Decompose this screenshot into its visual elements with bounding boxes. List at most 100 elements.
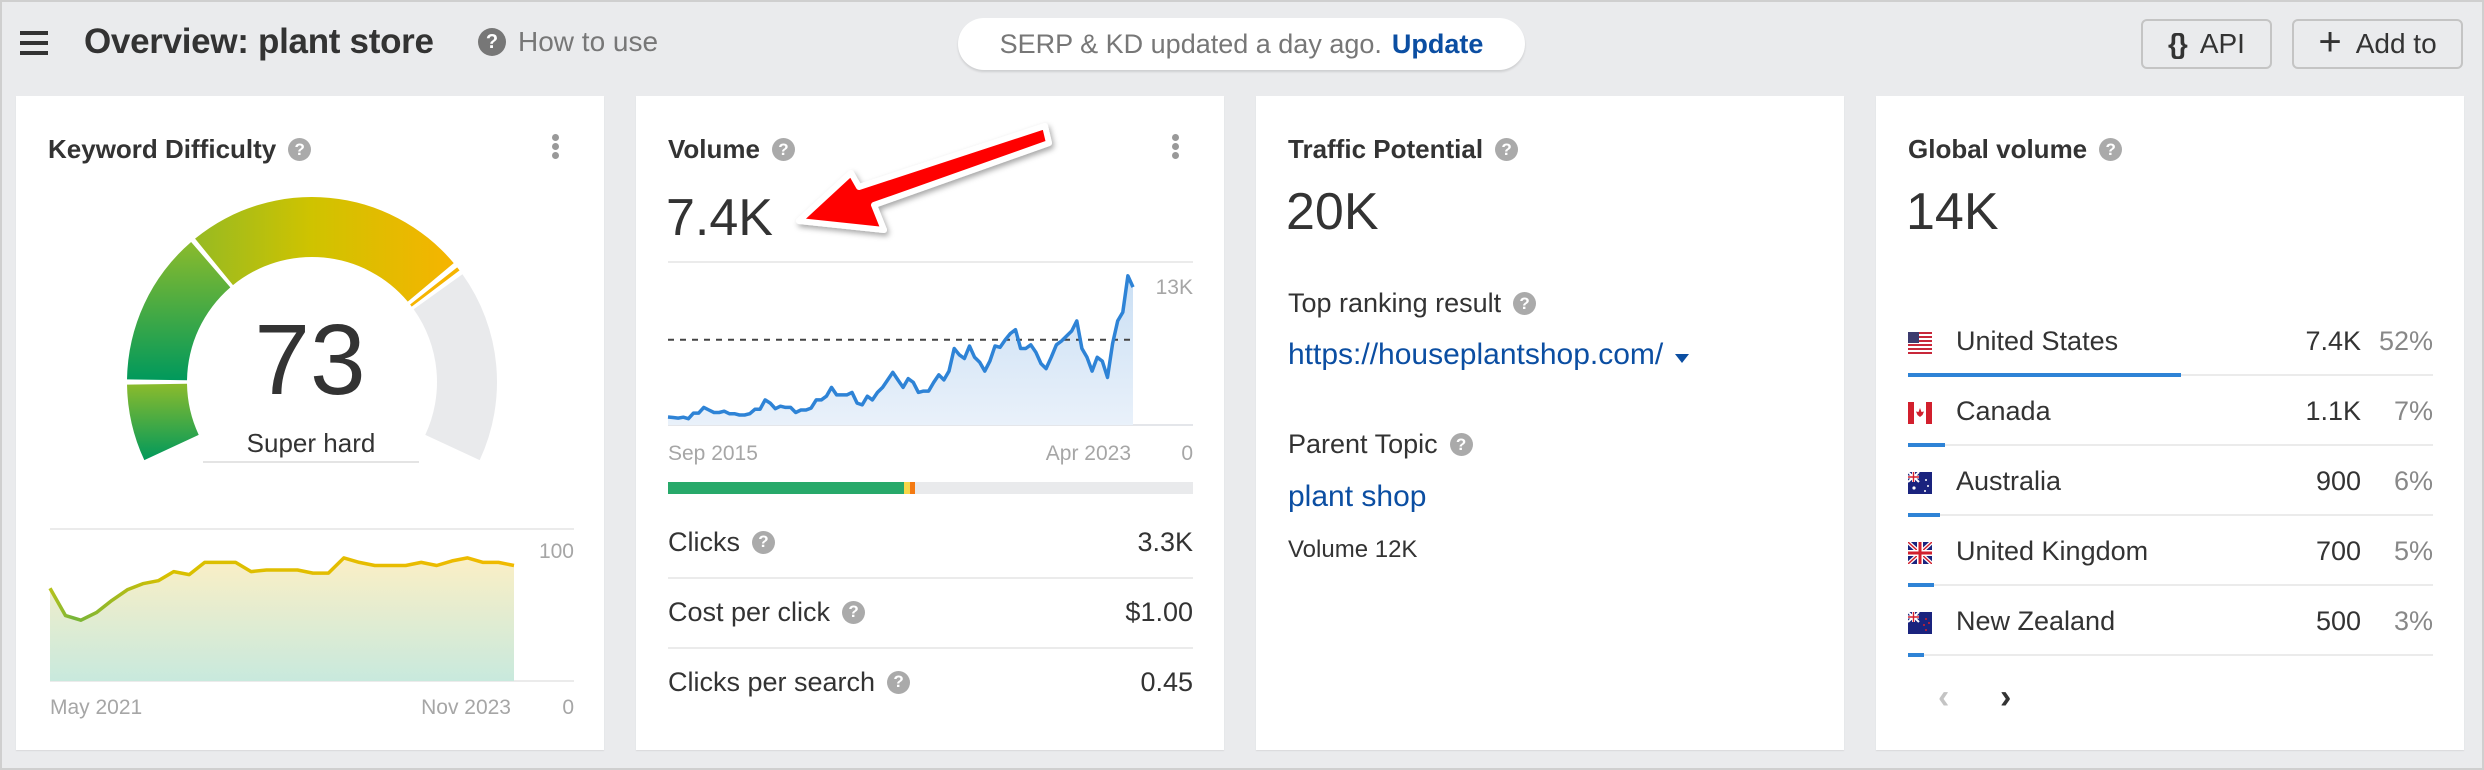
traffic-potential-title: Traffic Potential: [1288, 134, 1484, 164]
share-fill: [1908, 443, 1945, 447]
volume-x-end-label: Apr 2023: [1046, 442, 1131, 465]
volume-chart-area: [668, 275, 1133, 425]
metric-value: 3.3K: [1137, 526, 1193, 557]
us-flag-icon: [1908, 332, 1932, 354]
share-track: [1908, 514, 2433, 516]
volume-card: Volume ? 7.4K 13K Sep 2015 Apr 2023 0 Cl…: [636, 96, 1224, 750]
organic-clicks-segment: [668, 482, 905, 494]
update-link[interactable]: Update: [1392, 29, 1484, 60]
plus-icon: +: [2318, 20, 2342, 64]
how-to-use-label: How to use: [518, 26, 659, 57]
volume-x-start-label: Sep 2015: [668, 442, 758, 465]
parent-topic-label: Parent Topic ?: [1288, 429, 1473, 460]
share-track: [1908, 444, 2433, 446]
other-clicks-segment: [909, 482, 915, 494]
help-icon[interactable]: ?: [887, 670, 911, 694]
country-name: Australia: [1956, 466, 2062, 496]
update-notice: SERP & KD updated a day ago. Update: [958, 18, 1525, 70]
share-fill: [1908, 513, 1940, 517]
metric-label: Clicks per search: [668, 666, 876, 697]
kd-history-chart: 100 May 2021 Nov 2023 0: [48, 528, 574, 719]
country-percent: 52%: [2378, 326, 2433, 356]
global-volume-value: 14K: [1906, 183, 1999, 241]
page-title: Overview: plant store: [84, 22, 434, 61]
update-notice-text: SERP & KD updated a day ago.: [999, 28, 1382, 59]
parent-topic-label-text: Parent Topic: [1288, 429, 1438, 459]
top-ranking-label: Top ranking result ?: [1288, 288, 1537, 319]
metric-row-cpc: Cost per click? $1.00: [668, 577, 1193, 647]
parent-topic-link[interactable]: plant shop: [1288, 480, 1426, 514]
kd-chart-area: [50, 557, 514, 681]
help-icon[interactable]: ?: [1513, 292, 1537, 315]
country-volume: 500: [2315, 606, 2361, 636]
ca-flag-icon: [1908, 402, 1932, 424]
country-percent: 3%: [2393, 606, 2433, 636]
country-row[interactable]: United Kingdom 700 5%: [1908, 518, 2433, 588]
volume-y-min-label: 0: [1181, 442, 1193, 465]
kd-x-start-label: May 2021: [50, 696, 142, 719]
clicks-distribution-bar: [668, 482, 1193, 494]
top-ranking-label-text: Top ranking result: [1288, 288, 1502, 318]
kd-y-max-label: 100: [539, 540, 574, 563]
share-fill: [1908, 653, 1924, 657]
country-row[interactable]: Canada 1.1K 7%: [1908, 378, 2433, 448]
parent-topic-volume: Volume 12K: [1288, 536, 1418, 563]
metric-label: Clicks: [668, 526, 740, 557]
country-name: Canada: [1956, 396, 2051, 426]
country-row[interactable]: New Zealand 500 3%: [1908, 588, 2433, 658]
help-icon[interactable]: ?: [752, 530, 775, 554]
country-name: United States: [1956, 326, 2119, 356]
traffic-potential-card: Traffic Potential ? 20K Top ranking resu…: [1256, 96, 1844, 750]
nz-flag-icon: [1908, 612, 1932, 634]
kd-x-end-label: Nov 2023: [421, 696, 511, 719]
card-title: Traffic Potential ?: [1288, 134, 1519, 165]
api-button-label: API: [2199, 28, 2245, 59]
global-volume-title: Global volume: [1908, 134, 2088, 164]
help-icon[interactable]: ?: [842, 600, 866, 624]
country-volume: 900: [2315, 466, 2361, 496]
share-fill: [1908, 373, 2181, 377]
gb-flag-icon: [1908, 542, 1932, 564]
help-icon: ?: [478, 28, 506, 56]
top-ranking-url-text: https://houseplantshop.com/: [1288, 338, 1664, 371]
keyword-difficulty-card: Keyword Difficulty ? 73 Super hard 100 M…: [16, 96, 604, 750]
add-to-button-label: Add to: [2355, 28, 2437, 59]
country-row[interactable]: United States 7.4K 52%: [1908, 308, 2433, 378]
country-percent: 7%: [2393, 396, 2433, 426]
how-to-use-link[interactable]: ? How to use: [478, 26, 658, 58]
global-volume-card: Global volume ? 14K United States 7.4K 5…: [1876, 96, 2464, 750]
share-track: [1908, 654, 2433, 656]
share-track: [1908, 584, 2433, 586]
kd-y-min-label: 0: [562, 696, 574, 719]
caret-down-icon[interactable]: [1675, 353, 1690, 363]
metric-value: 0.45: [1140, 666, 1193, 697]
country-volume: 700: [2315, 536, 2361, 566]
metric-row-clicks: Clicks? 3.3K: [668, 507, 1193, 577]
country-name: United Kingdom: [1956, 536, 2149, 566]
chevron-right-icon[interactable]: ›: [2000, 678, 2011, 717]
traffic-potential-value: 20K: [1286, 183, 1379, 241]
help-icon[interactable]: ?: [2099, 138, 2123, 161]
menu-icon[interactable]: [20, 31, 50, 55]
country-name: New Zealand: [1956, 606, 2116, 636]
chevron-left-icon[interactable]: ‹: [1938, 678, 1949, 717]
country-row[interactable]: Australia 900 6%: [1908, 448, 2433, 518]
api-button[interactable]: {} API: [2141, 19, 2272, 69]
code-braces-icon: {}: [2168, 28, 2188, 59]
top-ranking-url-link[interactable]: https://houseplantshop.com/: [1288, 338, 1690, 372]
country-volume: 1.1K: [2305, 396, 2361, 426]
card-title: Global volume ?: [1908, 134, 2123, 165]
metric-value: $1.00: [1125, 596, 1193, 627]
volume-y-max-label: 13K: [1156, 276, 1193, 299]
help-icon[interactable]: ?: [1495, 138, 1519, 161]
au-flag-icon: [1908, 472, 1932, 494]
add-to-button[interactable]: + Add to: [2292, 19, 2463, 69]
metric-label: Cost per click: [668, 596, 831, 627]
help-icon[interactable]: ?: [1449, 433, 1473, 456]
parent-topic-text: plant shop: [1288, 480, 1427, 513]
country-volume: 7.4K: [2305, 326, 2361, 356]
country-percent: 5%: [2393, 536, 2433, 566]
country-percent: 6%: [2393, 466, 2433, 496]
metric-row-clicks-per-search: Clicks per search? 0.45: [668, 647, 1193, 717]
share-fill: [1908, 583, 1935, 587]
